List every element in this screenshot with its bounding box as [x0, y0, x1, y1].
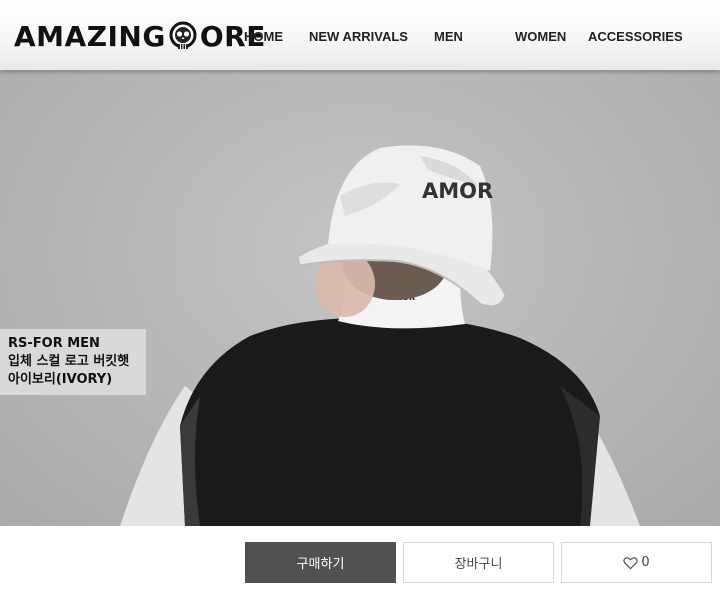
add-to-cart-button[interactable]: 장바구니: [403, 542, 554, 583]
nav-women[interactable]: WOMEN: [515, 29, 566, 44]
product-caption: RS-FOR MEN 입체 스컬 로고 버킷햇 아이보리(IVORY): [0, 329, 146, 395]
nav-home[interactable]: HOME: [244, 29, 283, 44]
main-nav: HOME NEW ARRIVALS MEN WOMEN ACCESSORIES: [0, 29, 720, 45]
buy-button[interactable]: 구매하기: [245, 542, 396, 583]
site-header: AMAZING ORE HOME NEW ARRIVALS MEN WOMEN …: [0, 0, 720, 70]
caption-line-name: 입체 스컬 로고 버킷햇: [8, 354, 130, 369]
nav-new-arrivals[interactable]: NEW ARRIVALS: [309, 29, 408, 44]
like-button[interactable]: 0: [561, 542, 712, 583]
hero-product-image: AMOR AMOR RS-FOR MEN 입체 스컬 로고 버킷햇 아이보리(I…: [0, 66, 720, 526]
action-bar: 구매하기 장바구니 0: [0, 526, 720, 592]
nav-men[interactable]: MEN: [434, 29, 463, 44]
model-illustration: AMOR AMOR: [120, 145, 640, 526]
like-count: 0: [641, 555, 650, 570]
hat-logo: AMOR: [422, 179, 493, 203]
nav-accessories[interactable]: ACCESSORIES: [588, 29, 683, 44]
caption-line-brand: RS-FOR MEN: [8, 336, 100, 351]
heart-icon: [623, 556, 639, 569]
caption-line-color: 아이보리(IVORY): [8, 372, 113, 387]
